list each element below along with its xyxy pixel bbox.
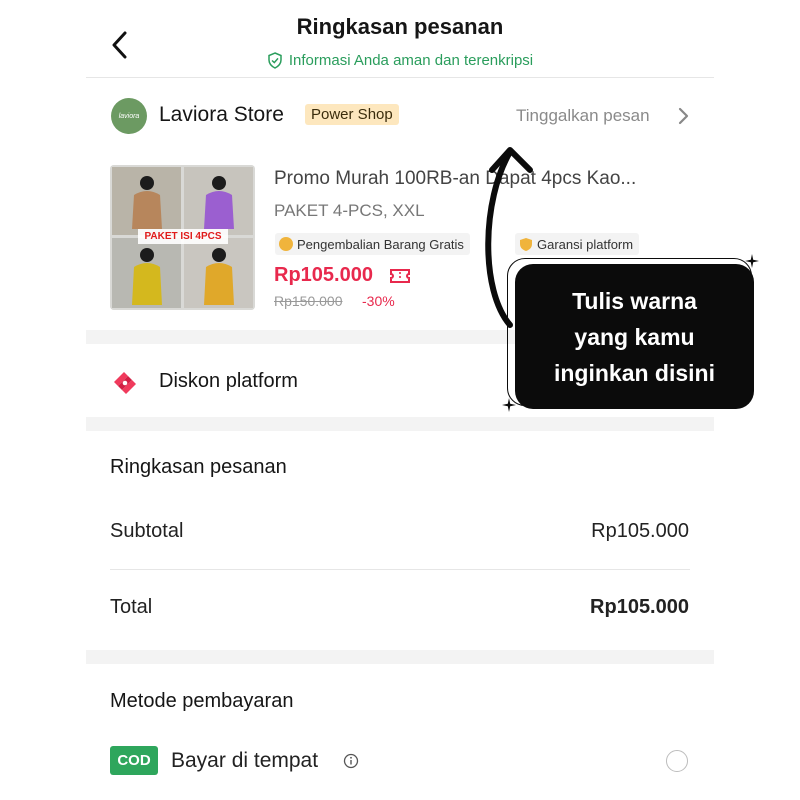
page-title: Ringkasan pesanan — [296, 14, 504, 39]
callout-line: inginkan disini — [553, 359, 715, 386]
subtotal-value: Rp105.000 — [591, 520, 689, 542]
secure-notice: Informasi Anda aman dan terenkripsi — [0, 52, 800, 69]
sparkle-icon — [502, 398, 516, 412]
platform-discount-row[interactable]: Diskon platform — [159, 370, 298, 393]
voucher-icon[interactable] — [389, 265, 411, 287]
discount-tag-icon — [114, 372, 136, 394]
annotation-callout: Tulis warna yang kamu inginkan disini — [515, 264, 754, 409]
info-icon[interactable] — [343, 753, 359, 769]
chevron-right-icon[interactable] — [676, 104, 692, 128]
payment-method-title: Metode pembayaran — [110, 690, 294, 712]
discount-percent: -30% — [362, 293, 395, 309]
callout-line: yang kamu — [574, 323, 695, 350]
header-divider — [86, 77, 714, 78]
shield-check-icon — [268, 52, 282, 69]
total-value: Rp105.000 — [590, 596, 689, 618]
store-name[interactable]: Laviora Store — [159, 103, 284, 127]
summary-divider — [110, 569, 690, 570]
section-separator — [86, 650, 714, 664]
callout-line: Tulis warna — [572, 287, 697, 314]
leave-message-link[interactable]: Tinggalkan pesan — [516, 106, 650, 126]
total-label: Total — [110, 596, 153, 618]
cod-badge: COD — [110, 746, 158, 775]
power-shop-badge: Power Shop — [305, 104, 399, 125]
cod-option-label[interactable]: Bayar di tempat — [171, 749, 318, 773]
thumbnail-banner: PAKET ISI 4PCS — [144, 231, 222, 242]
return-tag: Pengembalian Barang Gratis — [275, 233, 470, 255]
subtotal-label: Subtotal — [110, 520, 184, 542]
tag-label: Pengembalian Barang Gratis — [297, 236, 464, 252]
cod-radio-button[interactable] — [666, 750, 688, 772]
summary-title: Ringkasan pesanan — [110, 456, 287, 478]
store-avatar[interactable]: laviora — [111, 98, 147, 134]
original-price: Rp150.000 — [274, 293, 343, 309]
product-price: Rp105.000 — [274, 264, 373, 286]
section-separator — [86, 417, 714, 431]
sparkle-icon — [745, 254, 759, 268]
product-thumbnail[interactable]: PAKET ISI 4PCS — [110, 165, 255, 310]
secure-text: Informasi Anda aman dan terenkripsi — [288, 52, 534, 69]
check-badge-icon — [279, 237, 293, 251]
product-variant: PAKET 4-PCS, XXL — [274, 201, 425, 220]
